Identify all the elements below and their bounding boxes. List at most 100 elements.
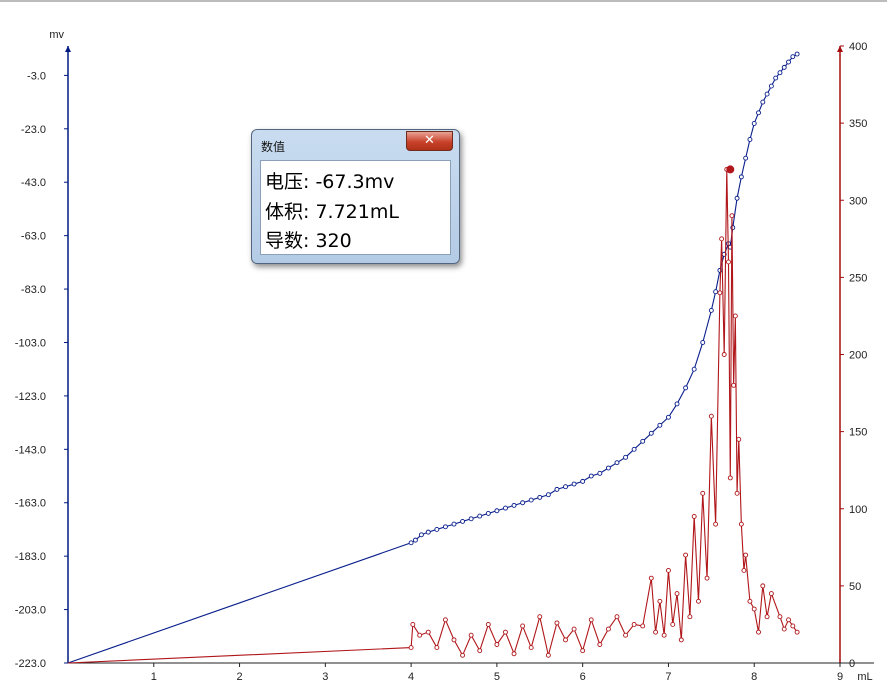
potential-point <box>418 532 424 538</box>
potential-point <box>691 366 697 372</box>
derivative-point <box>726 259 731 265</box>
derivative-point <box>648 575 654 581</box>
potential-point <box>537 494 543 500</box>
close-icon[interactable]: ✕ <box>406 131 453 151</box>
potential-point <box>528 497 534 503</box>
potential-point <box>713 289 719 295</box>
potential-point <box>738 174 744 180</box>
potential-point <box>708 307 714 313</box>
left-tick-label: -103.0 <box>15 337 46 349</box>
value-popup[interactable]: 数值 ✕ 电压: -67.3mv 体积: 7.721mL 导数: 320 <box>251 129 460 264</box>
derivative-point <box>683 552 689 558</box>
derivative-point <box>790 623 796 629</box>
derivative-point <box>451 637 457 643</box>
x-tick-label: 9 <box>837 671 843 683</box>
potential-point <box>451 521 457 527</box>
right-tick-label: 400 <box>849 41 867 53</box>
x-tick-label: 7 <box>665 671 671 683</box>
potential-point <box>717 267 723 273</box>
derivative-point <box>653 629 659 635</box>
left-axis: mv -3.0 -23.0 -43.0 -63.0 -83.0 -103.0 -123.0 -1… <box>15 29 71 670</box>
derivative-point <box>537 614 543 620</box>
potential-point <box>773 75 779 81</box>
derivative-point <box>777 614 783 620</box>
potential-point <box>563 484 568 490</box>
potential-point <box>614 460 620 466</box>
derivative-point <box>605 626 611 632</box>
x-tick-label: 6 <box>580 671 586 683</box>
potential-point <box>648 430 654 436</box>
derivative-point <box>520 623 526 629</box>
potential-point <box>477 513 483 519</box>
potential-point <box>460 518 466 524</box>
derivative-point <box>460 652 466 658</box>
derivative-point <box>442 617 448 623</box>
right-axis: 0 50 100 150 200 250 300 350 400 <box>837 41 867 670</box>
derivative-point <box>588 617 594 623</box>
derivative-point <box>727 475 733 481</box>
derivative-point <box>661 632 667 638</box>
derivative-point <box>614 614 620 620</box>
potential-point <box>425 529 431 535</box>
left-tick-label: -83.0 <box>21 284 46 296</box>
potential-point <box>768 83 774 89</box>
derivative-point <box>734 490 740 496</box>
derivative-point <box>485 621 491 627</box>
derivative-point <box>741 568 747 573</box>
derivative-point <box>719 236 725 242</box>
derivative-point <box>687 614 693 620</box>
potential-point <box>657 422 663 428</box>
potential-point <box>623 454 629 460</box>
potential-point <box>545 492 551 498</box>
potential-point <box>786 59 791 65</box>
left-tick-label: -123.0 <box>15 391 46 403</box>
derivative-point <box>631 621 637 627</box>
left-tick-label: -203.0 <box>15 605 46 617</box>
derivative-point <box>503 629 508 635</box>
derivative-point <box>717 290 723 296</box>
derivative-value: 导数: 320 <box>265 230 352 252</box>
derivative-point <box>545 652 551 658</box>
derivative-point <box>571 626 577 632</box>
potential-point <box>605 465 611 471</box>
right-tick-label: 350 <box>849 118 867 130</box>
highlight-point <box>726 165 735 174</box>
derivative-point <box>732 313 738 319</box>
derivative-point <box>665 568 671 573</box>
derivative-point <box>704 575 710 581</box>
voltage-value: 电压: -67.3mv <box>265 171 395 193</box>
derivative-point <box>640 623 646 629</box>
potential-point <box>580 478 586 484</box>
potential-point <box>743 155 749 161</box>
derivative-point <box>713 521 719 527</box>
derivative-point <box>580 648 586 654</box>
x-axis: 1 2 3 4 5 6 7 8 9 mL <box>68 662 874 683</box>
right-tick-label: 300 <box>849 195 867 207</box>
potential-point <box>756 110 761 116</box>
potential-point <box>468 516 474 522</box>
popup-body: 电压: -67.3mv 体积: 7.721mL 导数: 320 <box>260 160 451 255</box>
derivative-point <box>696 598 701 604</box>
derivative-point <box>425 629 431 635</box>
right-tick-label: 100 <box>849 504 867 516</box>
potential-point <box>640 438 646 444</box>
derivative-point <box>786 617 791 623</box>
derivative-point <box>623 632 629 638</box>
derivative-point <box>794 629 800 635</box>
potential-point <box>751 121 757 126</box>
potential-point <box>442 524 448 530</box>
derivative-point <box>764 614 770 620</box>
derivative-point <box>554 620 560 626</box>
potential-point <box>485 510 491 516</box>
potential-point <box>412 537 418 543</box>
derivative-point <box>410 621 416 627</box>
x-tick-label: 2 <box>236 671 242 683</box>
potential-point <box>408 540 414 546</box>
potential-point <box>683 385 689 391</box>
derivative-point <box>721 352 727 357</box>
potential-point <box>554 486 560 492</box>
x-tick-label: 8 <box>751 671 757 683</box>
left-tick-label: -23.0 <box>21 124 46 136</box>
potential-point <box>760 99 766 105</box>
left-tick-label: -63.0 <box>21 231 46 243</box>
